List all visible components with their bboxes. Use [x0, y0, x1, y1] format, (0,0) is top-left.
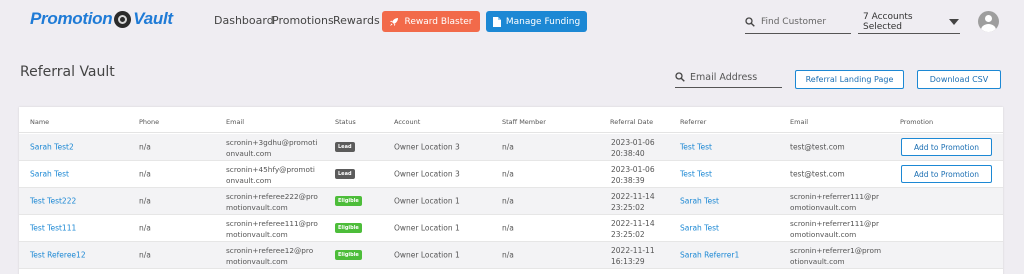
referrer-email-cell: scronin+referrer111@pr omotionvault.com — [790, 219, 879, 239]
find-customer-input[interactable] — [761, 17, 847, 27]
staff-member-cell: n/a — [502, 169, 514, 179]
status-badge: Eligible — [335, 223, 362, 233]
referrer-email-cell: scronin+referrer111@pr omotionvault.com — [790, 192, 879, 212]
staff-member-cell: n/a — [502, 250, 514, 260]
status-badge: Lead — [335, 169, 355, 179]
referrals-table: Name Phone Email Status Account Staff Me… — [19, 107, 1003, 274]
referral-date-cell: 2023-01-06 20:38:39 — [611, 165, 655, 185]
manage-funding-label: Manage Funding — [505, 16, 581, 27]
column-header-status[interactable]: Status — [335, 118, 356, 126]
nav-dashboard[interactable]: Dashboard — [214, 14, 274, 27]
add-to-promotion-button[interactable]: Add to Promotion — [901, 165, 992, 183]
column-header-phone[interactable]: Phone — [139, 118, 159, 126]
column-header-account[interactable]: Account — [394, 118, 420, 126]
staff-member-cell: n/a — [502, 196, 514, 206]
column-header-referral-date[interactable]: Referral Date — [610, 118, 653, 126]
referrer-link[interactable]: Sarah Referrer1 — [680, 251, 739, 260]
staff-member-cell: n/a — [502, 142, 514, 152]
email-cell: scronin+referee222@pro motionvault.com — [226, 192, 318, 212]
account-cell: Owner Location 3 — [394, 169, 460, 179]
reward-blaster-button[interactable]: Reward Blaster — [382, 11, 480, 32]
app-logo[interactable]: Promotion Vault — [30, 9, 173, 29]
referrer-link[interactable]: Test Test — [680, 170, 712, 179]
table-row: Sarah Test2 n/a scronin+3gdhu@promoti onv… — [19, 134, 1003, 161]
reward-blaster-label: Reward Blaster — [404, 16, 473, 27]
account-cell: Owner Location 1 — [394, 223, 460, 233]
referrer-email-cell: test@test.com — [790, 142, 845, 152]
referrer-link[interactable]: Sarah Test — [680, 224, 719, 233]
status-badge: Lead — [335, 142, 355, 152]
column-header-staff-member[interactable]: Staff Member — [502, 118, 546, 126]
referrer-link[interactable]: Test Test — [680, 143, 712, 152]
email-search-field — [675, 67, 782, 88]
account-cell: Owner Location 1 — [394, 250, 460, 260]
logo-text-vault: Vault — [133, 9, 173, 28]
table-row: Test Test111 n/a scronin+referee111@pro m… — [19, 215, 1003, 242]
referrer-email-cell: test@test.com — [790, 169, 845, 179]
caret-down-icon — [949, 19, 959, 25]
referee-name-link[interactable]: Test Referee12 — [30, 251, 86, 260]
referee-name-link[interactable]: Test Test111 — [30, 224, 76, 233]
download-csv-button[interactable]: Download CSV — [917, 70, 1001, 89]
account-cell: Owner Location 1 — [394, 196, 460, 206]
user-avatar-icon[interactable] — [978, 11, 999, 32]
referrer-link[interactable]: Sarah Test — [680, 197, 719, 206]
add-to-promotion-button[interactable]: Add to Promotion — [901, 138, 992, 156]
email-cell: scronin+3gdhu@promoti onvault.com — [226, 138, 318, 158]
phone-cell: n/a — [139, 250, 151, 260]
status-badge: Eligible — [335, 250, 362, 260]
status-badge: Eligible — [335, 196, 362, 206]
phone-cell: n/a — [139, 223, 151, 233]
rocket-icon — [390, 17, 399, 26]
email-cell: scronin+referee111@pro motionvault.com — [226, 219, 318, 239]
vault-dial-icon — [114, 10, 132, 28]
nav-promotions[interactable]: Promotions — [272, 14, 334, 27]
document-icon — [492, 16, 501, 27]
referral-landing-page-button[interactable]: Referral Landing Page — [795, 70, 904, 89]
search-icon — [745, 17, 755, 27]
email-cell: scronin+45hfy@promoti onvault.com — [226, 165, 315, 185]
table-row: Test Test222 n/a scronin+referee222@pro m… — [19, 188, 1003, 215]
page-title: Referral Vault — [20, 64, 115, 80]
staff-member-cell: n/a — [502, 223, 514, 233]
referee-name-link[interactable]: Test Test222 — [30, 197, 76, 206]
find-customer-field — [745, 11, 851, 34]
email-cell: scronin+referee12@pro motionvault.com — [226, 246, 314, 266]
referral-date-cell: 2022-11-11 16:13:29 — [611, 246, 655, 266]
email-search-input[interactable] — [690, 71, 778, 83]
referral-date-cell: 2022-11-14 23:25:02 — [611, 219, 655, 239]
column-header-referrer[interactable]: Referrer — [680, 118, 706, 126]
accounts-select[interactable]: 7 Accounts Selected — [858, 11, 960, 34]
manage-funding-button[interactable]: Manage Funding — [486, 11, 587, 32]
phone-cell: n/a — [139, 196, 151, 206]
table-row: Sarah Test n/a scronin+45hfy@promoti onva… — [19, 161, 1003, 188]
phone-cell: n/a — [139, 142, 151, 152]
account-cell: Owner Location 3 — [394, 142, 460, 152]
column-header-referrer-email[interactable]: Email — [790, 118, 808, 126]
top-bar: Promotion Vault Dashboard Promotions Rew… — [0, 0, 1024, 44]
table-row: Test Referee12 n/a scronin+referee12@pro… — [19, 242, 1003, 269]
nav-rewards[interactable]: Rewards — [333, 14, 380, 27]
referee-name-link[interactable]: Sarah Test — [30, 170, 69, 179]
referral-date-cell: 2023-01-06 20:38:40 — [611, 138, 655, 158]
table-header: Name Phone Email Status Account Staff Me… — [19, 107, 1003, 133]
referrer-email-cell: scronin+referrer1@prom otionvault.com — [790, 246, 882, 266]
accounts-selected-value: 7 Accounts Selected — [863, 12, 913, 32]
logo-text-promotion: Promotion — [30, 9, 113, 28]
referral-date-cell: 2022-11-14 23:25:02 — [611, 192, 655, 212]
column-header-name[interactable]: Name — [30, 118, 49, 126]
column-header-email[interactable]: Email — [226, 118, 244, 126]
referee-name-link[interactable]: Sarah Test2 — [30, 143, 74, 152]
column-header-promotion[interactable]: Promotion — [900, 118, 933, 126]
search-icon — [675, 72, 685, 82]
phone-cell: n/a — [139, 169, 151, 179]
